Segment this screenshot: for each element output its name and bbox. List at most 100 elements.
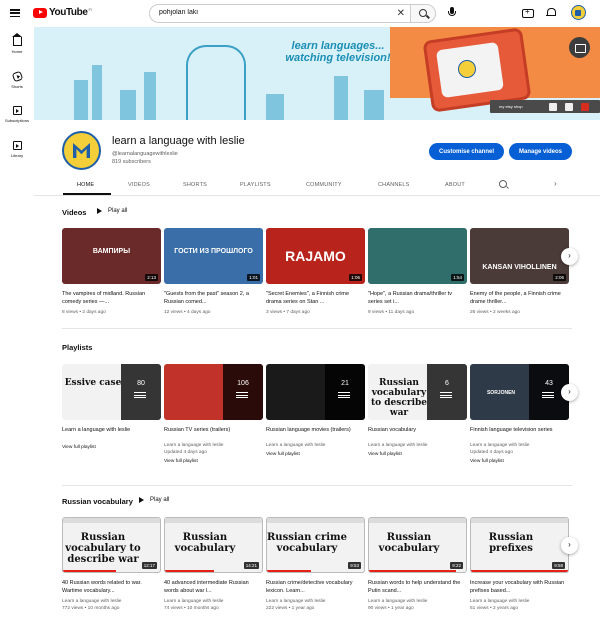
video-thumbnail[interactable]: RAJAMO 1:06 bbox=[266, 228, 365, 284]
video-thumbnail[interactable]: Russian vocabulary 9:22 bbox=[368, 517, 467, 573]
rail-item-subscriptions[interactable]: Subscriptions bbox=[0, 106, 34, 123]
search-box[interactable]: ✕ bbox=[149, 4, 410, 23]
playlist-card[interactable]: 21 Russian language movies (trailers) Lear… bbox=[266, 364, 365, 458]
playlists-next-button[interactable]: › bbox=[561, 384, 578, 401]
video-thumbnail[interactable]: ГОСТИ ИЗ ПРОШЛОГО 1:01 bbox=[164, 228, 263, 284]
active-tab-indicator bbox=[63, 193, 111, 195]
customise-channel-button[interactable]: Customise channel bbox=[429, 143, 504, 160]
view-full-playlist-link[interactable]: View full playlist bbox=[62, 444, 161, 451]
video-card[interactable]: ГОСТИ ИЗ ПРОШЛОГО 1:01 "Guests from the pa… bbox=[164, 228, 263, 316]
playlist-thumbnail[interactable]: Essive case 80 bbox=[62, 364, 161, 420]
youtube-link-icon[interactable] bbox=[580, 102, 589, 111]
video-title[interactable]: "Guests from the past" season 2, a Russi… bbox=[164, 290, 263, 306]
tab-videos[interactable]: VIDEOS bbox=[128, 182, 150, 188]
tab-shorts[interactable]: SHORTS bbox=[183, 182, 207, 188]
playlist-thumbnail[interactable]: SORJONEN 43 bbox=[470, 364, 569, 420]
video-title[interactable]: Russian words to help understand the Put… bbox=[368, 579, 467, 595]
playlist-title[interactable]: Russian language movies (trailers) bbox=[266, 426, 365, 442]
video-card[interactable]: 1:54 "Hope", a Russian drama/thriller tv … bbox=[368, 228, 467, 316]
playlist-card[interactable]: Essive case 80 Learn a language with lesli… bbox=[62, 364, 161, 451]
playlist-title[interactable]: Learn a language with leslie bbox=[62, 426, 161, 442]
video-title[interactable]: 40 Russian words related to war. Wartime… bbox=[62, 579, 161, 595]
thumbnail-toolbar bbox=[369, 518, 466, 523]
video-title[interactable]: "Hope", a Russian drama/thriller tv seri… bbox=[368, 290, 467, 306]
menu-icon[interactable] bbox=[10, 9, 20, 18]
video-title[interactable]: Russian crime/detective vocabulary lexic… bbox=[266, 579, 365, 595]
rail-item-library[interactable]: Library bbox=[0, 141, 34, 158]
video-card[interactable]: RAJAMO 1:06 "Secret Enemies", a Finnish cr… bbox=[266, 228, 365, 316]
video-thumbnail[interactable]: 1:54 bbox=[368, 228, 467, 284]
section-title-playlists[interactable]: Playlists bbox=[62, 343, 92, 352]
view-full-playlist-link[interactable]: View full playlist bbox=[470, 458, 569, 465]
play-all-russian-vocabulary-button[interactable]: Play all bbox=[139, 497, 169, 503]
videos-next-button[interactable]: › bbox=[561, 248, 578, 265]
view-full-playlist-link[interactable]: View full playlist bbox=[368, 451, 467, 458]
rail-item-home[interactable]: Home bbox=[0, 33, 34, 54]
playlist-card[interactable]: Russian vocabulary to describe war 6 Russi… bbox=[368, 364, 467, 458]
video-title[interactable]: Enemy of the people, a Finnish crime dra… bbox=[470, 290, 569, 306]
video-title[interactable]: "Secret Enemies", a Finnish crime drama … bbox=[266, 290, 365, 306]
clear-search-icon[interactable]: ✕ bbox=[397, 8, 405, 19]
chevron-right-icon[interactable]: › bbox=[554, 179, 557, 188]
tab-channels[interactable]: CHANNELS bbox=[378, 182, 410, 188]
video-thumbnail[interactable]: ВАМПИРЫ 2:13 bbox=[62, 228, 161, 284]
manage-videos-button[interactable]: Manage videos bbox=[509, 143, 572, 160]
video-card[interactable]: ВАМПИРЫ 2:13 The vampires of midland. Russ… bbox=[62, 228, 161, 316]
video-channel[interactable]: Learn a language with leslie bbox=[368, 598, 467, 605]
video-channel[interactable]: Learn a language with leslie bbox=[62, 598, 161, 605]
play-all-videos-button[interactable]: Play all bbox=[97, 208, 127, 214]
account-avatar[interactable] bbox=[571, 5, 586, 20]
video-card[interactable]: Russian prefixes 9:58 Increase your vocabu… bbox=[470, 517, 569, 612]
video-thumbnail[interactable]: Russian crime vocabulary 9:53 bbox=[266, 517, 365, 573]
video-channel[interactable]: Learn a language with leslie bbox=[164, 598, 263, 605]
section-title-russian-vocabulary[interactable]: Russian vocabulary bbox=[62, 497, 133, 506]
channel-search-icon[interactable] bbox=[499, 180, 507, 188]
thumbnail-caption: Russian crime vocabulary bbox=[267, 532, 347, 554]
video-title[interactable]: The vampires of midland. Russian comedy … bbox=[62, 290, 161, 306]
notifications-bell-icon[interactable] bbox=[545, 7, 557, 19]
video-card[interactable]: Russian vocabulary to describe war 12:17 4… bbox=[62, 517, 161, 612]
playlist-card[interactable]: SORJONEN 43 Finnish language television se… bbox=[470, 364, 569, 465]
video-title[interactable]: Increase your vocabulary with Russian pr… bbox=[470, 579, 569, 595]
video-thumbnail[interactable]: Russian vocabulary 14:21 bbox=[164, 517, 263, 573]
rail-item-shorts[interactable]: Shorts bbox=[0, 70, 34, 89]
channel-avatar[interactable] bbox=[62, 131, 101, 170]
video-card[interactable]: Russian crime vocabulary 9:53 Russian crim… bbox=[266, 517, 365, 612]
tab-about[interactable]: ABOUT bbox=[445, 182, 465, 188]
playlist-card[interactable]: 106 Russian TV series (trailers) Learn a l… bbox=[164, 364, 263, 465]
social-link-icon[interactable] bbox=[564, 102, 573, 111]
banner-logo bbox=[458, 60, 476, 78]
video-channel[interactable]: Learn a language with leslie bbox=[470, 598, 569, 605]
tab-playlists[interactable]: PLAYLISTS bbox=[240, 182, 271, 188]
etsy-shop-link[interactable]: my etsy shop bbox=[499, 104, 523, 109]
search-button[interactable] bbox=[410, 4, 436, 23]
playlist-thumbnail[interactable]: Russian vocabulary to describe war 6 bbox=[368, 364, 467, 420]
video-thumbnail[interactable]: KANSAN VIHOLLINEN 2:06 bbox=[470, 228, 569, 284]
video-thumbnail[interactable]: Russian vocabulary to describe war 12:17 bbox=[62, 517, 161, 573]
tab-community[interactable]: COMMUNITY bbox=[306, 182, 342, 188]
social-link-icon[interactable] bbox=[548, 102, 557, 111]
thumbnail-caption: Russian vocabulary bbox=[378, 532, 440, 554]
playlist-title[interactable]: Russian vocabulary bbox=[368, 426, 467, 442]
playlist-thumbnail[interactable]: 106 bbox=[164, 364, 263, 420]
view-full-playlist-link[interactable]: View full playlist bbox=[266, 451, 365, 458]
playlist-count-overlay: 106 bbox=[223, 364, 263, 420]
video-title[interactable]: 40 advanced intermediate Russian words a… bbox=[164, 579, 263, 595]
view-full-playlist-link[interactable]: View full playlist bbox=[164, 458, 263, 465]
section-title-videos[interactable]: Videos bbox=[62, 208, 86, 217]
video-thumbnail[interactable]: Russian prefixes 9:58 bbox=[470, 517, 569, 573]
video-channel[interactable]: Learn a language with leslie bbox=[266, 598, 365, 605]
playlist-title[interactable]: Russian TV series (trailers) bbox=[164, 426, 263, 442]
create-video-icon[interactable] bbox=[522, 7, 534, 18]
youtube-logo[interactable]: YouTube FI bbox=[33, 7, 92, 18]
russian-vocabulary-next-button[interactable]: › bbox=[561, 537, 578, 554]
playlist-title[interactable]: Finnish language television series bbox=[470, 426, 569, 442]
search-input[interactable] bbox=[159, 9, 379, 16]
video-card[interactable]: Russian vocabulary 14:21 40 advanced inter… bbox=[164, 517, 263, 612]
edit-banner-camera-icon[interactable] bbox=[569, 37, 590, 58]
playlist-thumbnail[interactable]: 21 bbox=[266, 364, 365, 420]
video-card[interactable]: KANSAN VIHOLLINEN 2:06 Enemy of the people… bbox=[470, 228, 569, 316]
tab-home[interactable]: HOME bbox=[77, 182, 94, 188]
microphone-icon[interactable] bbox=[445, 6, 459, 20]
video-card[interactable]: Russian vocabulary 9:22 Russian words to h… bbox=[368, 517, 467, 612]
